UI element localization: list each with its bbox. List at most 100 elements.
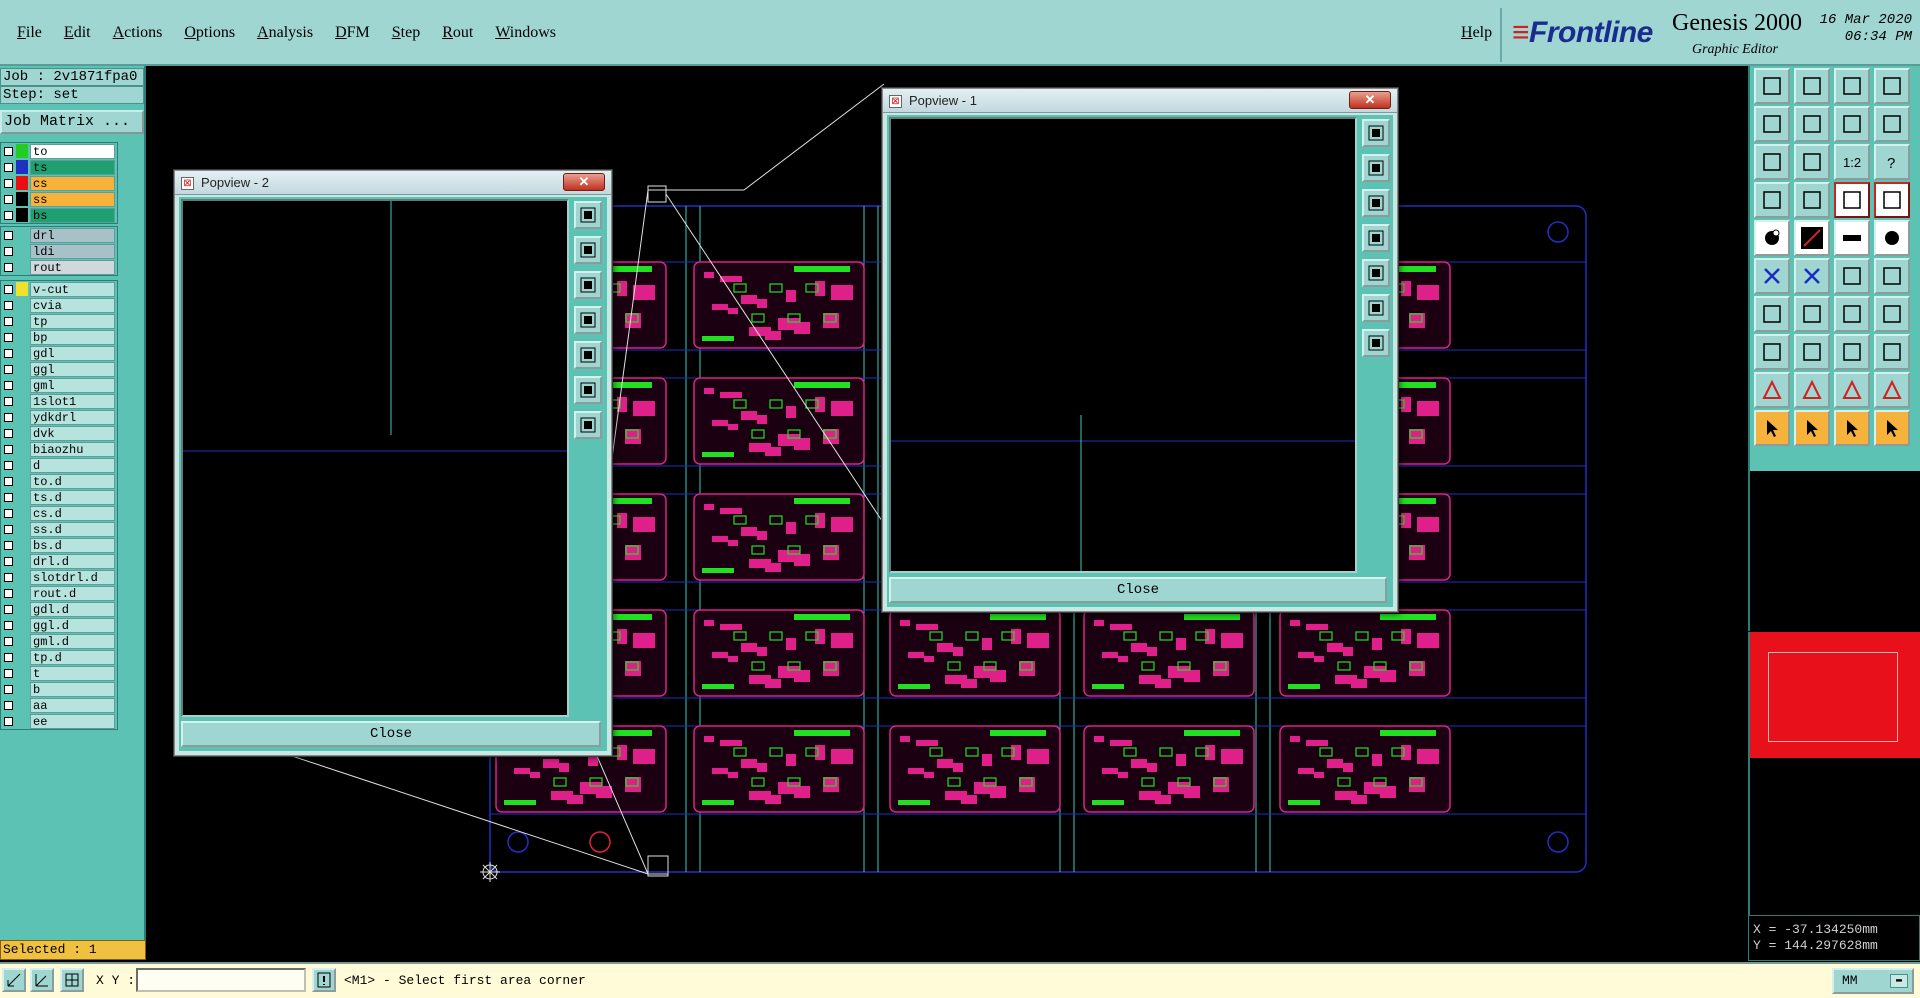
- layer-color-swatch[interactable]: [16, 394, 28, 408]
- layer-checkbox[interactable]: [4, 540, 13, 550]
- popview-1-close-icon[interactable]: ✕: [1349, 91, 1391, 109]
- layer-name[interactable]: rout.d: [30, 585, 115, 601]
- dot-icon[interactable]: [1874, 220, 1910, 256]
- layer-row[interactable]: t: [1, 665, 117, 681]
- layer-row[interactable]: slotdrl.d: [1, 569, 117, 585]
- home-icon[interactable]: [1834, 68, 1870, 104]
- popview-2-close-button[interactable]: Close: [181, 721, 601, 747]
- layer-checkbox[interactable]: [4, 262, 13, 272]
- layer-name[interactable]: drl: [30, 227, 115, 243]
- layer-row[interactable]: 1slot1: [1, 393, 117, 409]
- layer-row[interactable]: gdl.d: [1, 601, 117, 617]
- layer-checkbox[interactable]: [4, 316, 13, 326]
- layer-row[interactable]: dvk: [1, 425, 117, 441]
- net-icon[interactable]: [1834, 182, 1870, 218]
- copy-icon[interactable]: [1874, 334, 1910, 370]
- layer-row[interactable]: ts: [1, 159, 117, 175]
- fillet-icon[interactable]: [1874, 296, 1910, 332]
- layer-color-swatch[interactable]: [16, 298, 28, 312]
- layer-name[interactable]: ts.d: [30, 489, 115, 505]
- layer-row[interactable]: cs: [1, 175, 117, 191]
- zoom-home-icon[interactable]: [574, 376, 602, 404]
- layer-row[interactable]: ydkdrl: [1, 409, 117, 425]
- layer-name[interactable]: bp: [30, 329, 115, 345]
- layer-checkbox[interactable]: [4, 572, 13, 582]
- layer-color-swatch[interactable]: [16, 228, 28, 242]
- layer-checkbox[interactable]: [4, 668, 13, 678]
- layer-name[interactable]: to: [30, 143, 115, 159]
- layer-checkbox[interactable]: [4, 348, 13, 358]
- layer-checkbox[interactable]: [4, 380, 13, 390]
- layer-name[interactable]: ldi: [30, 243, 115, 259]
- layer-name[interactable]: d: [30, 457, 115, 473]
- layer-name[interactable]: gml: [30, 377, 115, 393]
- layer-checkbox[interactable]: [4, 620, 13, 630]
- layer-row[interactable]: cs.d: [1, 505, 117, 521]
- layer-name[interactable]: ydkdrl: [30, 409, 115, 425]
- popview-1-close-button[interactable]: Close: [889, 577, 1387, 603]
- triangle-icon[interactable]: [1754, 372, 1790, 408]
- layer-name[interactable]: ggl.d: [30, 617, 115, 633]
- layer-name[interactable]: ee: [30, 713, 115, 729]
- pointer-icon[interactable]: [1754, 410, 1790, 446]
- layer-checkbox[interactable]: [4, 162, 13, 172]
- layer-name[interactable]: biaozhu: [30, 441, 115, 457]
- zoom-out-icon[interactable]: [574, 271, 602, 299]
- layer-checkbox[interactable]: [4, 444, 13, 454]
- text-icon[interactable]: [1834, 220, 1870, 256]
- minus-icon[interactable]: [1794, 334, 1830, 370]
- menu-help[interactable]: Help: [1450, 24, 1503, 42]
- layer-row[interactable]: ldi: [1, 243, 117, 259]
- job-matrix-button[interactable]: Job Matrix ...: [0, 110, 144, 134]
- zoom-extent-icon[interactable]: [1754, 144, 1790, 180]
- menu-step[interactable]: Step: [381, 24, 431, 42]
- pointer2-icon[interactable]: [1794, 410, 1830, 446]
- layer-row[interactable]: bp: [1, 329, 117, 345]
- layer-up-icon[interactable]: [1754, 68, 1790, 104]
- layer-name[interactable]: cs: [30, 175, 115, 191]
- layer-name[interactable]: t: [30, 665, 115, 681]
- layer-name[interactable]: ts: [30, 159, 115, 175]
- layer-checkbox[interactable]: [4, 364, 13, 374]
- layer-checkbox[interactable]: [4, 684, 13, 694]
- layer-name[interactable]: drl.d: [30, 553, 115, 569]
- route2-icon[interactable]: [1874, 258, 1910, 294]
- layer-row[interactable]: to: [1, 143, 117, 159]
- layer-name[interactable]: tp.d: [30, 649, 115, 665]
- net2-icon[interactable]: [1874, 182, 1910, 218]
- layer-name[interactable]: cvia: [30, 297, 115, 313]
- units-select[interactable]: MM ▬: [1832, 968, 1914, 994]
- layer-color-swatch[interactable]: [16, 362, 28, 376]
- layer-checkbox[interactable]: [4, 476, 13, 486]
- layer-row[interactable]: v-cut: [1, 281, 117, 297]
- overview-map[interactable]: [1748, 632, 1920, 758]
- layer-row[interactable]: gml.d: [1, 633, 117, 649]
- zoom-1to1-icon[interactable]: 1:2: [1834, 144, 1870, 180]
- xy-input[interactable]: [136, 968, 306, 992]
- help-icon[interactable]: ?: [1874, 144, 1910, 180]
- menu-analysis[interactable]: Analysis: [246, 24, 324, 42]
- layer-row[interactable]: ggl: [1, 361, 117, 377]
- layer-name[interactable]: gdl: [30, 345, 115, 361]
- layer-color-swatch[interactable]: [16, 192, 28, 206]
- layer-color-swatch[interactable]: [16, 458, 28, 472]
- layer-color-swatch[interactable]: [16, 426, 28, 440]
- layer-color-swatch[interactable]: [16, 282, 28, 296]
- layer-checkbox[interactable]: [4, 428, 13, 438]
- layer-row[interactable]: gml: [1, 377, 117, 393]
- layer-row[interactable]: bs: [1, 207, 117, 223]
- slash-icon[interactable]: [1794, 296, 1830, 332]
- menu-file[interactable]: File: [6, 24, 53, 42]
- pan-left-icon[interactable]: [574, 306, 602, 334]
- layer-name[interactable]: ggl: [30, 361, 115, 377]
- layer-checkbox[interactable]: [4, 230, 13, 240]
- triangle2-icon[interactable]: [1794, 372, 1830, 408]
- layer-row[interactable]: ss: [1, 191, 117, 207]
- layer-row[interactable]: drl.d: [1, 553, 117, 569]
- layer-color-swatch[interactable]: [16, 634, 28, 648]
- menu-windows[interactable]: Windows: [484, 24, 567, 42]
- grid-toggle-icon[interactable]: [1794, 182, 1830, 218]
- zoom-in-icon[interactable]: [1362, 154, 1390, 182]
- connect-icon[interactable]: [1754, 258, 1790, 294]
- layer-checkbox[interactable]: [4, 396, 13, 406]
